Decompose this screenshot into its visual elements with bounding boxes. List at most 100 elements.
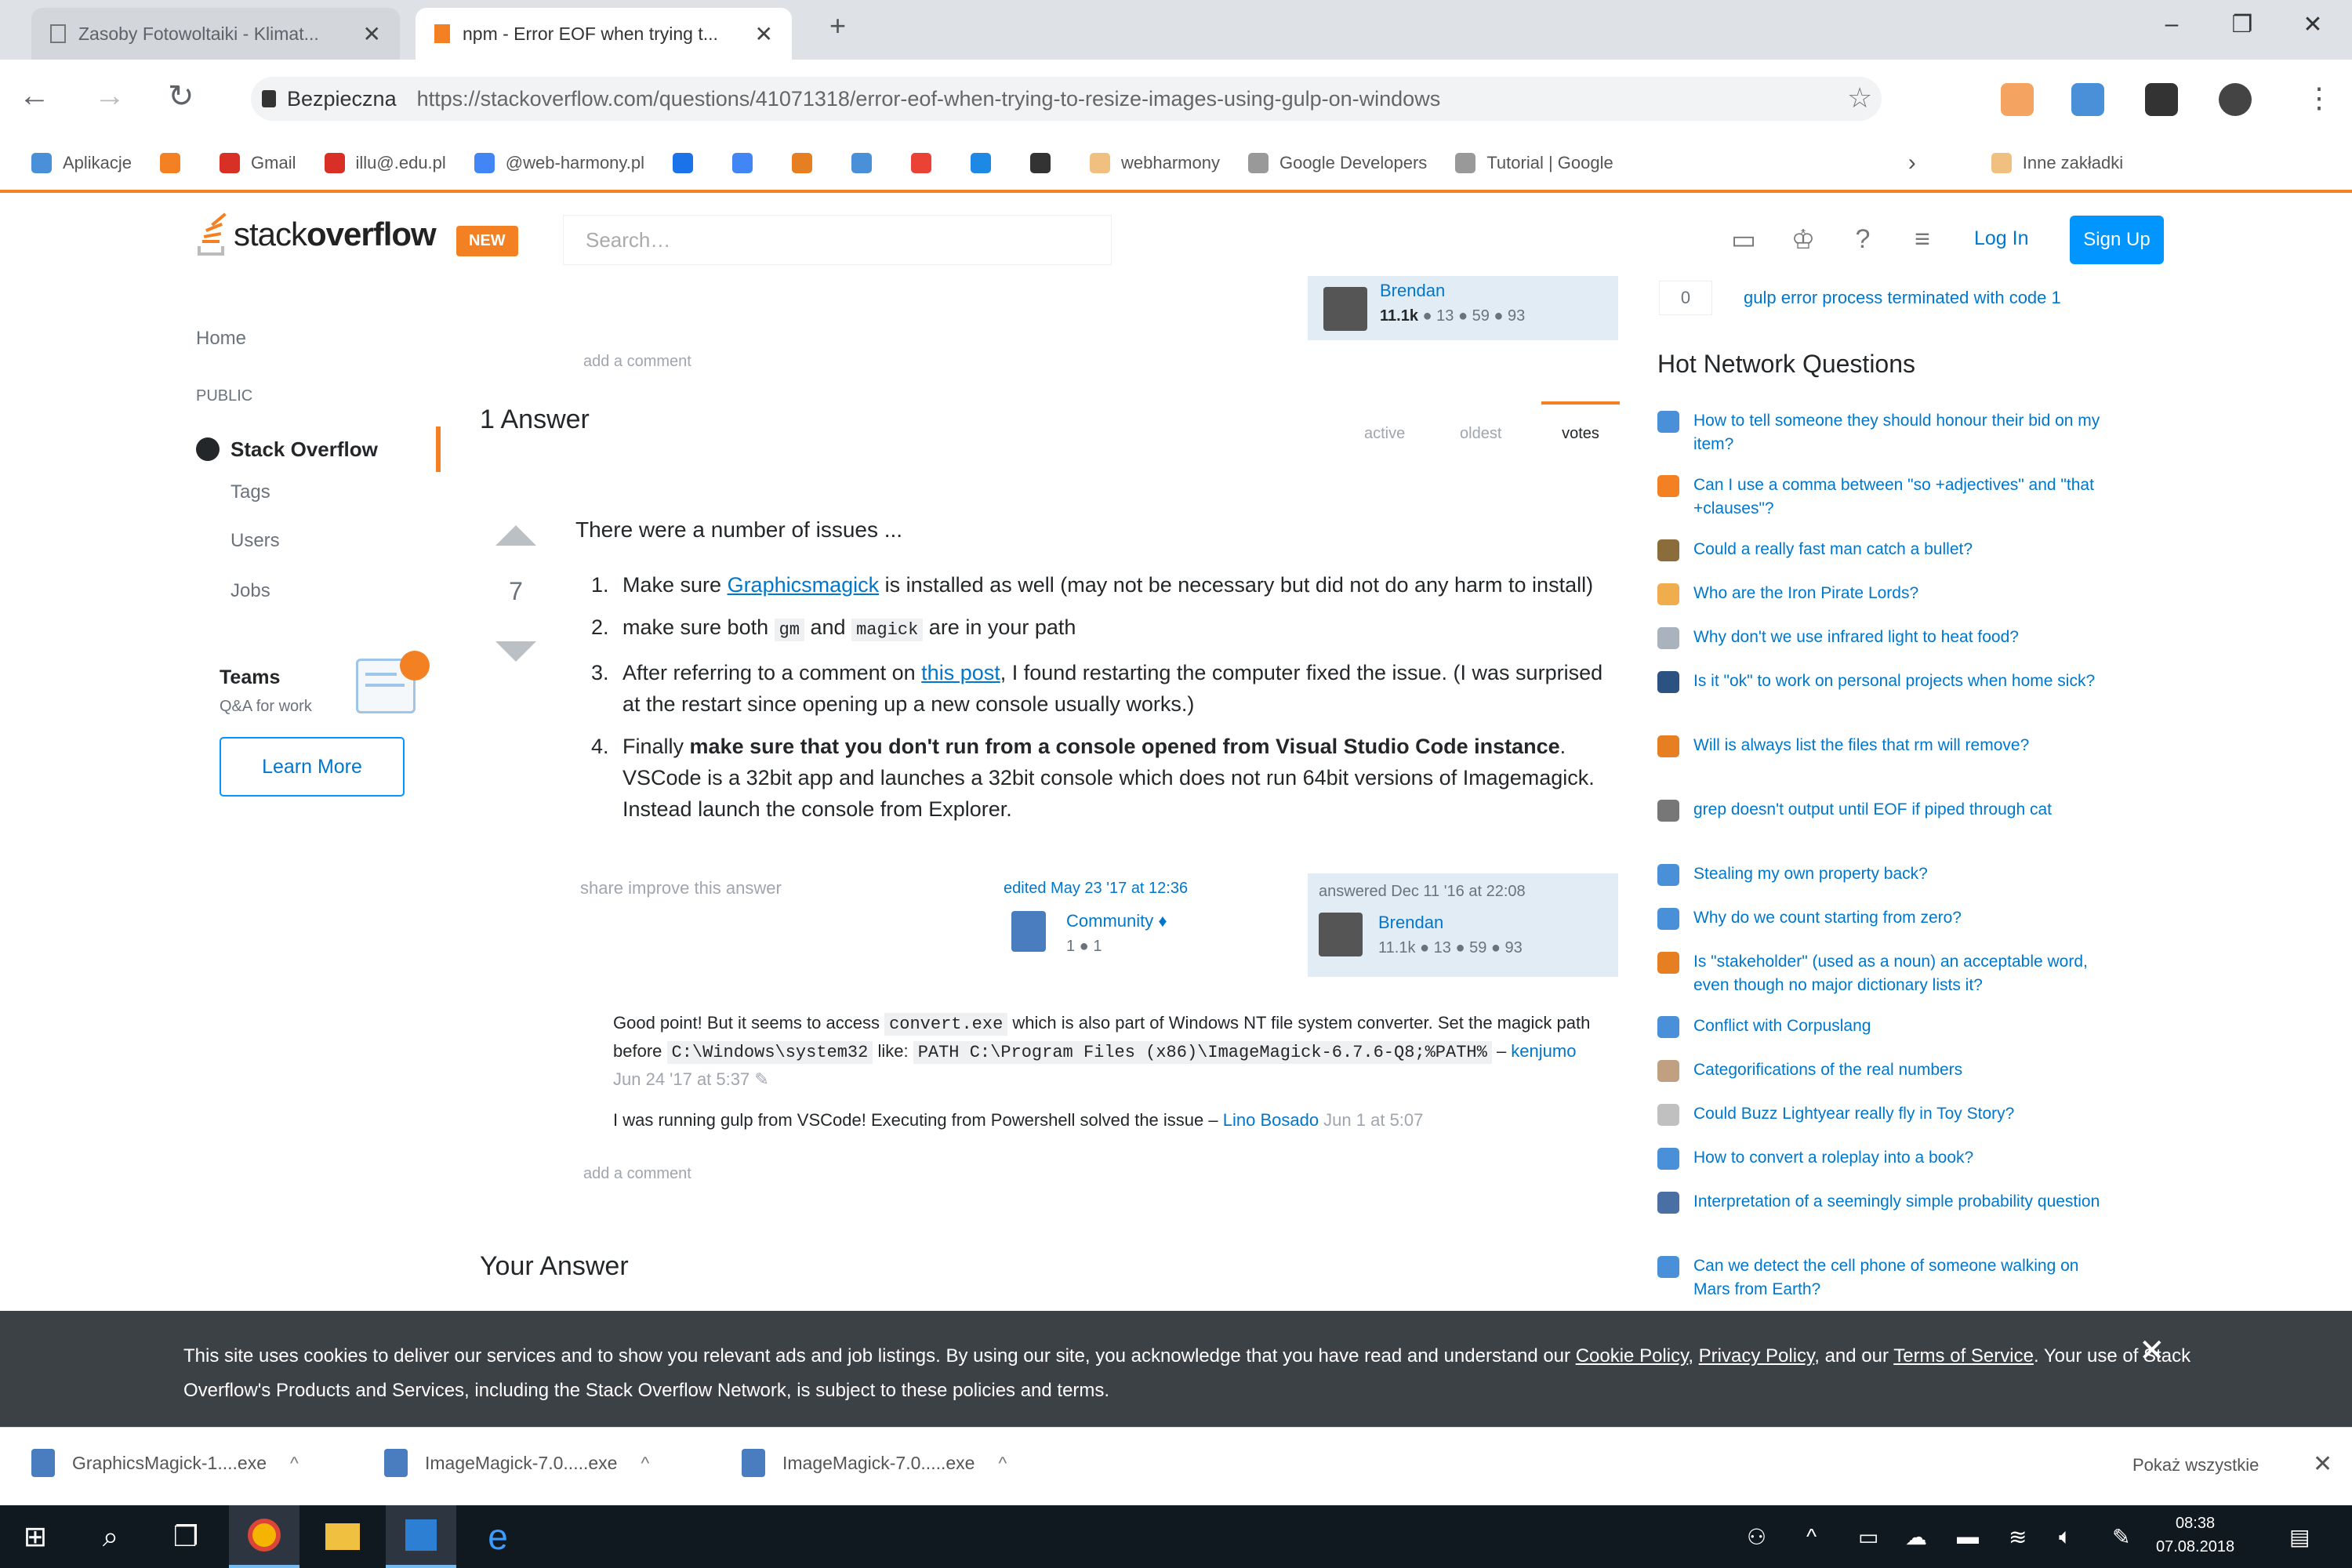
inbox-icon[interactable]: ▭ — [1728, 224, 1759, 256]
chevron-up-icon[interactable]: ^ — [998, 1453, 1007, 1474]
clock[interactable]: 08:38 07.08.2018 — [2156, 1512, 2234, 1559]
extension-icon[interactable] — [2145, 83, 2178, 116]
related-question[interactable]: 0 gulp error process terminated with cod… — [1659, 281, 2061, 315]
bookmark-translate[interactable] — [851, 153, 883, 173]
new-tab-button[interactable]: + — [829, 9, 846, 42]
login-link[interactable]: Log In — [1974, 227, 2029, 250]
sort-active-tab[interactable]: active — [1364, 425, 1405, 443]
hot-question-title[interactable]: Could a really fast man catch a bullet? — [1693, 538, 1973, 561]
bookmark-gmail[interactable]: Gmail — [220, 153, 296, 173]
trophy-icon[interactable]: ♔ — [1788, 224, 1819, 256]
hot-question-item[interactable]: Is "stakeholder" (used as a noun) an acc… — [1657, 950, 2112, 997]
bookmark-office[interactable] — [792, 153, 823, 173]
hot-question-item[interactable]: grep doesn't output until EOF if piped t… — [1657, 798, 2112, 822]
pen-icon[interactable]: ✎ — [2112, 1524, 2130, 1550]
hot-question-item[interactable]: Will is always list the files that rm wi… — [1657, 734, 2112, 757]
people-icon[interactable]: ⚇ — [1747, 1524, 1766, 1550]
bookmark-google[interactable] — [911, 153, 942, 173]
nav-stackoverflow[interactable]: Stack Overflow — [196, 426, 441, 472]
chrome-icon[interactable] — [229, 1505, 299, 1568]
comment-user-link[interactable]: Lino Bosado — [1223, 1110, 1319, 1130]
hot-question-title[interactable]: Could Buzz Lightyear really fly in Toy S… — [1693, 1102, 2014, 1126]
close-tab-icon[interactable]: ✕ — [755, 21, 773, 47]
start-windows-icon[interactable]: ⊞ — [0, 1505, 71, 1568]
close-icon[interactable]: ✕ — [2139, 1333, 2165, 1369]
close-icon[interactable]: ✕ — [2313, 1450, 2332, 1478]
hot-question-item[interactable]: Who are the Iron Pirate Lords? — [1657, 582, 2112, 605]
comment-user-link[interactable]: kenjumo — [1511, 1041, 1576, 1061]
bookmark-calendar[interactable] — [732, 153, 764, 173]
hot-question-title[interactable]: grep doesn't output until EOF if piped t… — [1693, 798, 2052, 822]
nav-jobs[interactable]: Jobs — [230, 580, 270, 602]
chevron-up-icon[interactable]: ^ — [1806, 1524, 1817, 1549]
privacy-policy-link[interactable]: Privacy Policy — [1699, 1345, 1815, 1367]
help-icon[interactable]: ? — [1847, 224, 1878, 256]
profile-avatar[interactable] — [2219, 83, 2252, 116]
cookie-policy-link[interactable]: Cookie Policy — [1576, 1345, 1689, 1367]
hot-question-item[interactable]: Could Buzz Lightyear really fly in Toy S… — [1657, 1102, 2112, 1126]
signup-button[interactable]: Sign Up — [2070, 216, 2164, 264]
nav-tags[interactable]: Tags — [230, 481, 270, 503]
file-explorer-icon[interactable] — [307, 1505, 378, 1568]
tab-zasoby[interactable]: Zasoby Fotowoltaiki - Klimat... ✕ — [31, 8, 400, 60]
cloud-icon[interactable]: ☁ — [1905, 1524, 1927, 1550]
maximize-button[interactable]: ❐ — [2219, 11, 2266, 38]
hot-question-title[interactable]: Stealing my own property back? — [1693, 862, 1928, 886]
bookmark-webharmony2[interactable]: webharmony — [1090, 153, 1220, 173]
community-avatar[interactable] — [1011, 911, 1046, 952]
download-item[interactable]: ImageMagick-7.0.....exe ^ — [742, 1449, 1007, 1477]
minimize-button[interactable]: – — [2148, 11, 2195, 38]
hot-question-title[interactable]: How to convert a roleplay into a book? — [1693, 1146, 1973, 1170]
new-badge[interactable]: NEW — [456, 226, 518, 256]
search-input[interactable]: Search… — [563, 215, 1112, 265]
hot-question-title[interactable]: Why do we count starting from zero? — [1693, 906, 1962, 930]
hot-question-title[interactable]: Is it "ok" to work on personal projects … — [1693, 670, 2095, 693]
add-comment-link[interactable]: add a comment — [583, 353, 691, 371]
hot-question-title[interactable]: Categorifications of the real numbers — [1693, 1058, 1962, 1082]
hot-question-title[interactable]: Can I use a comma between "so +adjective… — [1693, 474, 2112, 521]
share-improve-links[interactable]: share improve this answer — [580, 878, 782, 898]
edge-icon[interactable]: e — [463, 1505, 533, 1568]
hot-question-item[interactable]: Is it "ok" to work on personal projects … — [1657, 670, 2112, 693]
notifications-icon[interactable]: ▤ — [2289, 1524, 2310, 1550]
search-icon[interactable]: ⌕ — [75, 1505, 146, 1568]
author-name[interactable]: Brendan — [1380, 281, 1445, 301]
bookmark-mail[interactable]: illu@.edu.pl — [324, 153, 446, 173]
avatar[interactable] — [1319, 913, 1363, 956]
hot-question-item[interactable]: How to tell someone they should honour t… — [1657, 409, 2112, 456]
hot-question-title[interactable]: Interpretation of a seemingly simple pro… — [1693, 1190, 2100, 1214]
bookmark-apps[interactable]: Aplikacje — [31, 153, 132, 173]
bookmark-star[interactable] — [160, 153, 191, 173]
show-all-downloads[interactable]: Pokaż wszystkie — [2132, 1455, 2259, 1475]
this-post-link[interactable]: this post — [921, 661, 1000, 684]
bookmarks-overflow-chevron-icon[interactable]: › — [1908, 150, 1916, 176]
hot-question-title[interactable]: Is "stakeholder" (used as a noun) an acc… — [1693, 950, 2112, 997]
chevron-up-icon[interactable]: ^ — [290, 1453, 299, 1474]
hot-question-title[interactable]: Can we detect the cell phone of someone … — [1693, 1254, 2112, 1301]
task-view-icon[interactable]: ❐ — [151, 1505, 221, 1568]
nav-home[interactable]: Home — [196, 328, 246, 350]
stackoverflow-logo[interactable]: stackoverflow — [194, 212, 437, 257]
download-item[interactable]: ImageMagick-7.0.....exe ^ — [384, 1449, 649, 1477]
hot-question-title[interactable]: Will is always list the files that rm wi… — [1693, 734, 2029, 757]
hot-question-title[interactable]: How to tell someone they should honour t… — [1693, 409, 2112, 456]
related-question-link[interactable]: gulp error process terminated with code … — [1744, 288, 2061, 308]
editor-name[interactable]: Community ♦ — [1066, 911, 1167, 931]
volume-icon[interactable]: 🔈︎ — [2059, 1524, 2072, 1550]
battery-icon[interactable]: ▬ — [1957, 1524, 1979, 1549]
bookmark-webharmony[interactable]: @web-harmony.pl — [474, 153, 644, 173]
hot-question-item[interactable]: Why don't we use infrared light to heat … — [1657, 626, 2112, 649]
edited-label[interactable]: edited May 23 '17 at 12:36 — [1004, 880, 1188, 898]
add-comment-link[interactable]: add a comment — [583, 1165, 691, 1183]
hot-question-item[interactable]: Stealing my own property back? — [1657, 862, 2112, 886]
hot-question-item[interactable]: Can we detect the cell phone of someone … — [1657, 1254, 2112, 1301]
site-switcher-icon[interactable]: ≡ — [1907, 224, 1938, 256]
network-icon[interactable]: ≋ — [2009, 1524, 2027, 1550]
hot-question-title[interactable]: Conflict with Corpuslang — [1693, 1014, 1871, 1038]
bookmark-drive[interactable] — [673, 153, 704, 173]
avatar[interactable] — [1323, 287, 1367, 331]
downvote-arrow-icon[interactable] — [495, 641, 536, 662]
graphicsmagick-link[interactable]: Graphicsmagick — [728, 573, 880, 597]
reload-icon[interactable]: ↻ — [168, 78, 194, 114]
nav-users[interactable]: Users — [230, 530, 280, 552]
